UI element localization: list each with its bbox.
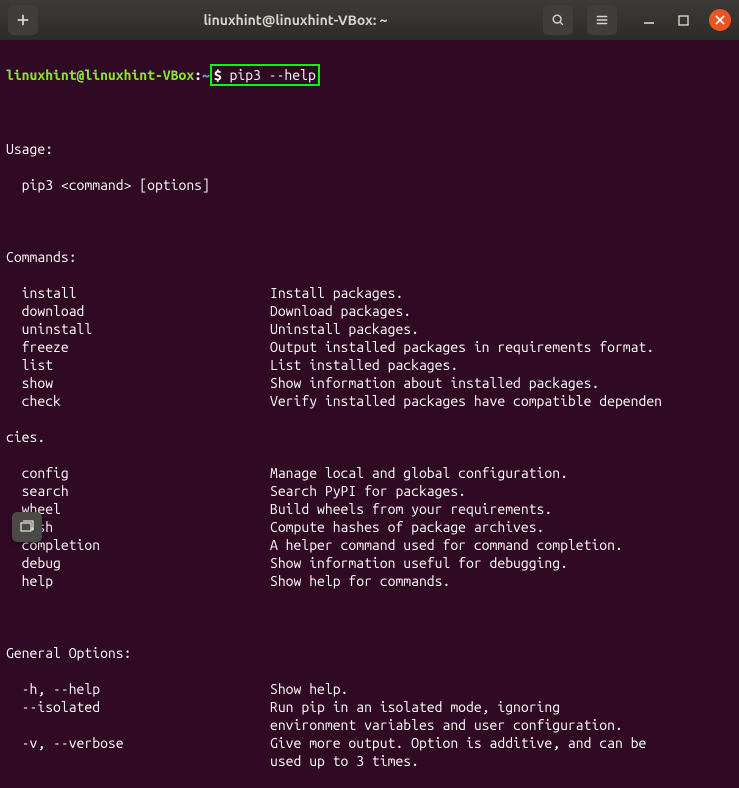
option-name: [6, 716, 270, 734]
commands-header: Commands:: [6, 248, 733, 266]
minimize-button[interactable]: [641, 12, 657, 28]
maximize-button[interactable]: [675, 12, 691, 28]
terminal-output[interactable]: linuxhint@linuxhint-VBox:~$ pip3 --help …: [0, 40, 739, 788]
command-row: freezeOutput installed packages in requi…: [6, 338, 733, 356]
command-row: installInstall packages.: [6, 284, 733, 302]
command-name: freeze: [6, 338, 270, 356]
option-name: -v, --verbose: [6, 734, 270, 752]
usage-header: Usage:: [6, 140, 733, 158]
command-highlight-box: $ pip3 --help: [210, 64, 320, 86]
command-name: config: [6, 464, 270, 482]
close-icon: [715, 15, 725, 25]
new-tab-fab[interactable]: [12, 512, 42, 542]
option-row: -v, --verboseGive more output. Option is…: [6, 734, 733, 752]
command-desc: Manage local and global configuration.: [270, 464, 568, 482]
command-name: uninstall: [6, 320, 270, 338]
option-name: --isolated: [6, 698, 270, 716]
command-desc: Show information about installed package…: [270, 374, 599, 392]
command-row: debugShow information useful for debuggi…: [6, 554, 733, 572]
command-name: debug: [6, 554, 270, 572]
command-desc: Show information useful for debugging.: [270, 554, 568, 572]
command-row: uninstallUninstall packages.: [6, 320, 733, 338]
plus-icon: [16, 13, 30, 27]
command-desc: A helper command used for command comple…: [270, 536, 623, 554]
command-row: showShow information about installed pac…: [6, 374, 733, 392]
option-row: --isolatedRun pip in an isolated mode, i…: [6, 698, 733, 716]
command-row: downloadDownload packages.: [6, 302, 733, 320]
command-name: check: [6, 392, 270, 410]
command-name: download: [6, 302, 270, 320]
prompt-colon: :: [194, 67, 202, 83]
option-row: used up to 3 times.: [6, 752, 733, 770]
blank-line: [6, 212, 733, 230]
option-desc: environment variables and user configura…: [270, 716, 623, 734]
command-name: list: [6, 356, 270, 374]
minimize-icon: [643, 14, 655, 26]
command-desc: Compute hashes of package archives.: [270, 518, 544, 536]
command-row: wheelBuild wheels from your requirements…: [6, 500, 733, 518]
option-name: [6, 752, 270, 770]
hamburger-icon: [595, 13, 609, 27]
window-title: linuxhint@linuxhint-VBox: ~: [48, 12, 543, 28]
options-header: General Options:: [6, 644, 733, 662]
close-button[interactable]: [709, 9, 731, 31]
command-row: completionA helper command used for comm…: [6, 536, 733, 554]
command-desc: Build wheels from your requirements.: [270, 500, 552, 518]
new-tab-button[interactable]: [8, 5, 38, 35]
command-desc: Download packages.: [270, 302, 411, 320]
command-row: helpShow help for commands.: [6, 572, 733, 590]
option-desc: used up to 3 times.: [270, 752, 419, 770]
blank-line: [6, 104, 733, 122]
option-row: environment variables and user configura…: [6, 716, 733, 734]
option-desc: Run pip in an isolated mode, ignoring: [270, 698, 560, 716]
search-icon: [551, 13, 565, 27]
usage-line: pip3 <command> [options]: [6, 176, 733, 194]
prompt-line: linuxhint@linuxhint-VBox:~$ pip3 --help: [6, 64, 733, 86]
command-row: checkVerify installed packages have comp…: [6, 392, 733, 410]
prompt-path: ~: [202, 67, 210, 83]
new-tab-fab-icon: [19, 519, 35, 535]
command-name: wheel: [6, 500, 270, 518]
titlebar: linuxhint@linuxhint-VBox: ~: [0, 0, 739, 40]
command-name: search: [6, 482, 270, 500]
command-desc: List installed packages.: [270, 356, 458, 374]
command-desc: Search PyPI for packages.: [270, 482, 466, 500]
command-desc: Show help for commands.: [270, 572, 450, 590]
maximize-icon: [678, 15, 689, 26]
option-row: -h, --helpShow help.: [6, 680, 733, 698]
command-name: hash: [6, 518, 270, 536]
option-desc: Give more output. Option is additive, an…: [270, 734, 646, 752]
command-row: listList installed packages.: [6, 356, 733, 374]
check-wrap-line: cies.: [6, 428, 733, 446]
search-button[interactable]: [543, 5, 573, 35]
command-name: show: [6, 374, 270, 392]
command-desc: Verify installed packages have compatibl…: [270, 392, 662, 410]
blank-line: [6, 608, 733, 626]
option-name: -h, --help: [6, 680, 270, 698]
prompt-dollar: $: [214, 67, 230, 83]
command-name: completion: [6, 536, 270, 554]
command-row: hashCompute hashes of package archives.: [6, 518, 733, 536]
command-row: configManage local and global configurat…: [6, 464, 733, 482]
command-desc: Output installed packages in requirement…: [270, 338, 654, 356]
command-name: install: [6, 284, 270, 302]
typed-command: pip3 --help: [230, 67, 316, 83]
command-name: help: [6, 572, 270, 590]
menu-button[interactable]: [587, 5, 617, 35]
prompt-user-host: linuxhint@linuxhint-VBox: [6, 67, 194, 83]
command-desc: Install packages.: [270, 284, 403, 302]
command-desc: Uninstall packages.: [270, 320, 419, 338]
command-row: searchSearch PyPI for packages.: [6, 482, 733, 500]
option-desc: Show help.: [270, 680, 348, 698]
